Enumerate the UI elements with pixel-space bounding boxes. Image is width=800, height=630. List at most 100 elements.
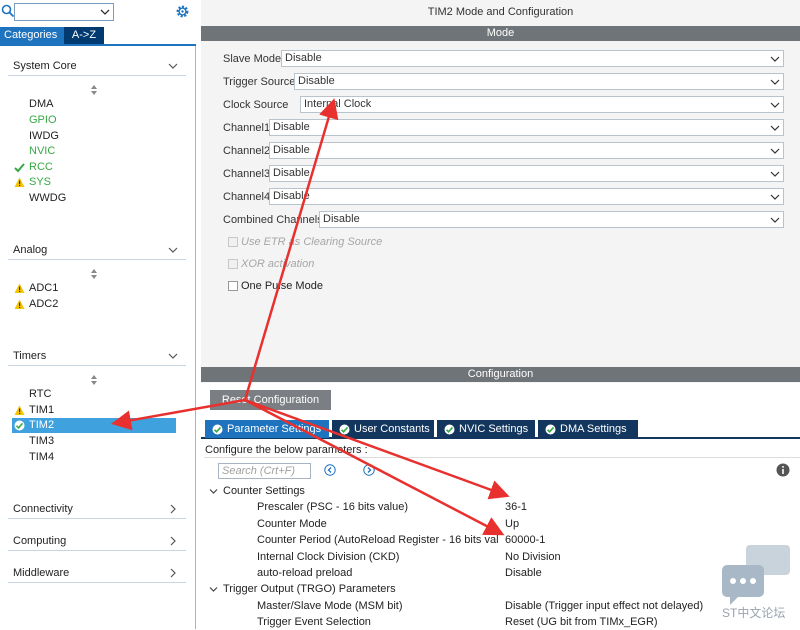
mode-header: Mode (201, 26, 800, 41)
select-value: Disable (273, 121, 310, 133)
param-search-input[interactable]: Search (Crt+F) (218, 463, 311, 479)
checkbox-label: Use ETR as Clearing Source (241, 236, 383, 248)
group-trgo-parameters[interactable]: Trigger Output (TRGO) Parameters (209, 581, 396, 597)
clock-source-label: Clock Source (223, 99, 289, 111)
tab-nvic-settings[interactable]: NVIC Settings (437, 420, 535, 438)
search-next-icon[interactable] (363, 464, 375, 476)
section-middleware[interactable]: Middleware (8, 563, 186, 583)
section-title: Timers (13, 350, 47, 362)
group-counter-settings[interactable]: Counter Settings (209, 483, 305, 499)
chevron-down-icon[interactable] (770, 215, 780, 225)
list-item-rtc[interactable]: RTC (12, 387, 176, 402)
chevron-down-icon[interactable] (770, 192, 780, 202)
search-icon[interactable] (1, 4, 15, 18)
param-name-auto-reload: auto-reload preload (257, 567, 353, 579)
tab-parameter-settings[interactable]: Parameter Settings (205, 420, 329, 438)
chevron-down-icon[interactable] (209, 487, 218, 496)
chevron-down-icon[interactable] (168, 351, 178, 361)
channel3-select[interactable]: Disable (269, 165, 784, 182)
chevron-down-icon[interactable] (770, 123, 780, 133)
section-system-core[interactable]: System Core (8, 56, 186, 76)
check-circle-icon (545, 424, 556, 435)
list-item-tim4[interactable]: TIM4 (12, 450, 176, 465)
info-icon[interactable] (776, 463, 790, 477)
search-combo[interactable] (14, 3, 114, 21)
clock-source-select[interactable]: Internal Clock (300, 96, 784, 113)
list-item-sys[interactable]: SYS (12, 175, 176, 190)
param-value-msm[interactable]: Disable (Trigger input effect not delaye… (505, 598, 703, 614)
param-name-trigger-event: Trigger Event Selection (257, 616, 371, 628)
section-title: Connectivity (13, 503, 73, 515)
list-item-rcc[interactable]: RCC (12, 160, 176, 175)
param-value-prescaler[interactable]: 36-1 (505, 499, 527, 515)
section-computing[interactable]: Computing (8, 531, 186, 551)
select-value: Disable (285, 52, 322, 64)
param-value-auto-reload[interactable]: Disable (505, 565, 542, 581)
tab-dma-settings[interactable]: DMA Settings (538, 420, 638, 438)
chevron-down-icon[interactable] (168, 245, 178, 255)
section-connectivity[interactable]: Connectivity (8, 499, 186, 519)
channel1-select[interactable]: Disable (269, 119, 784, 136)
section-analog[interactable]: Analog (8, 240, 186, 260)
configuration-header: Configuration (201, 367, 800, 382)
chevron-down-icon[interactable] (168, 61, 178, 71)
item-label: ADC1 (29, 282, 59, 294)
param-name-clock-division: Internal Clock Division (CKD) (257, 551, 400, 563)
item-label: TIM2 (29, 419, 55, 431)
sort-icon[interactable] (90, 375, 98, 385)
slave-mode-select[interactable]: Disable (281, 50, 784, 67)
channel4-select[interactable]: Disable (269, 188, 784, 205)
search-prev-icon[interactable] (324, 464, 336, 476)
sort-icon[interactable] (90, 269, 98, 279)
list-item-adc1[interactable]: ADC1 (12, 281, 176, 296)
list-item-iwdg[interactable]: IWDG (12, 129, 176, 144)
list-item-dma[interactable]: DMA (12, 97, 176, 112)
sort-icon[interactable] (90, 85, 98, 95)
use-etr-checkbox[interactable]: Use ETR as Clearing Source (228, 235, 382, 249)
chevron-down-icon[interactable] (770, 77, 780, 87)
chevron-down-icon[interactable] (770, 100, 780, 110)
tab-a-to-z[interactable]: A->Z (64, 27, 104, 44)
chevron-down-icon[interactable] (100, 7, 110, 17)
checkbox-label: XOR activation (241, 258, 315, 270)
one-pulse-mode-checkbox[interactable]: One Pulse Mode (228, 279, 323, 293)
xor-activation-checkbox[interactable]: XOR activation (228, 257, 314, 271)
trigger-source-select[interactable]: Disable (294, 73, 784, 90)
chevron-down-icon[interactable] (770, 54, 780, 64)
section-timers[interactable]: Timers (8, 346, 186, 366)
list-item-tim1[interactable]: TIM1 (12, 403, 176, 418)
gear-icon[interactable] (175, 4, 190, 19)
chevron-right-icon[interactable] (168, 536, 178, 546)
checkbox-label: One Pulse Mode (241, 280, 323, 292)
chevron-down-icon[interactable] (209, 585, 218, 594)
select-value: Disable (273, 144, 310, 156)
page-title: TIM2 Mode and Configuration (427, 6, 574, 18)
list-item-gpio[interactable]: GPIO (12, 113, 176, 128)
tab-categories[interactable]: Categories (0, 27, 64, 44)
param-value-counter-mode[interactable]: Up (505, 516, 519, 532)
watermark-text: ST中文论坛 (722, 606, 786, 620)
reset-configuration-button[interactable]: Reset Configuration (210, 390, 331, 410)
checkbox-box[interactable] (228, 237, 238, 247)
list-item-wwdg[interactable]: WWDG (12, 191, 176, 206)
right-panel: TIM2 Mode and Configuration Mode Slave M… (201, 0, 800, 629)
tab-label: Parameter Settings (227, 423, 322, 435)
list-item-nvic[interactable]: NVIC (12, 144, 176, 159)
param-value-trigger-event[interactable]: Reset (UG bit from TIMx_EGR) (505, 614, 658, 630)
channel2-select[interactable]: Disable (269, 142, 784, 159)
checkbox-box[interactable] (228, 281, 238, 291)
param-value-clock-division[interactable]: No Division (505, 549, 561, 565)
chevron-down-icon[interactable] (770, 169, 780, 179)
chevron-right-icon[interactable] (168, 504, 178, 514)
chevron-down-icon[interactable] (770, 146, 780, 156)
slave-mode-label: Slave Mode (223, 53, 282, 65)
tab-user-constants[interactable]: User Constants (332, 420, 434, 438)
list-item-adc2[interactable]: ADC2 (12, 297, 176, 312)
checkbox-box[interactable] (228, 259, 238, 269)
select-value: Internal Clock (304, 98, 372, 110)
list-item-tim2[interactable]: TIM2 (12, 418, 176, 433)
list-item-tim3[interactable]: TIM3 (12, 434, 176, 449)
chevron-right-icon[interactable] (168, 568, 178, 578)
combined-channels-select[interactable]: Disable (319, 211, 784, 228)
param-value-counter-period[interactable]: 60000-1 (505, 532, 545, 548)
